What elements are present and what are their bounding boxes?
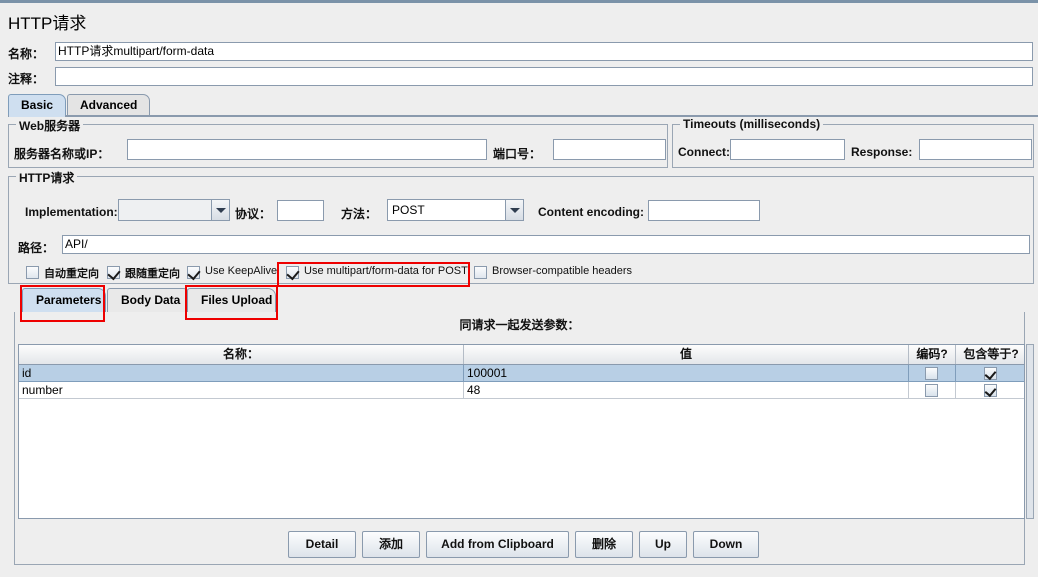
table-header-row: 名称： 值 编码? 包含等于? (19, 345, 1024, 365)
cell-name[interactable]: id (19, 365, 464, 382)
send-parameters-label: 同请求一起发送参数： (459, 318, 580, 332)
path-label: 路径： (18, 241, 55, 255)
column-header-encode[interactable]: 编码? (909, 345, 956, 364)
http-request-editor: HTTP请求 名称： HTTP请求multipart/form-data 注释：… (0, 0, 1038, 577)
tab-files-upload[interactable]: Files Upload (187, 288, 276, 312)
page-title: HTTP请求 (8, 14, 87, 33)
checkbox-box-icon[interactable] (474, 266, 487, 279)
checkbox-box-icon[interactable] (925, 384, 938, 397)
cell-include-equals[interactable] (956, 382, 1024, 399)
connect-timeout-input[interactable] (730, 139, 845, 160)
comment-label: 注释： (8, 72, 45, 86)
implementation-label: Implementation: (25, 205, 118, 219)
up-button[interactable]: Up (639, 531, 687, 558)
checkbox-label: Use KeepAlive (205, 265, 278, 277)
implementation-combo[interactable] (118, 199, 230, 221)
name-label: 名称： (8, 47, 45, 61)
path-input[interactable]: API/ (62, 235, 1030, 254)
window-top-border (0, 0, 1038, 3)
checkbox-box-icon[interactable] (107, 266, 120, 279)
cell-name[interactable]: number (19, 382, 464, 399)
cell-include-equals[interactable] (956, 365, 1024, 382)
table-row[interactable]: id 100001 (19, 365, 1024, 382)
checkbox-label: Browser-compatible headers (492, 265, 633, 277)
http-request-group-title: HTTP请求 (16, 169, 78, 186)
checkbox-box-icon[interactable] (984, 367, 997, 380)
checkbox-label: 自动重定向 (44, 268, 99, 280)
method-value: POST (392, 203, 425, 217)
column-header-value[interactable]: 值 (464, 345, 909, 364)
delete-button[interactable]: 删除 (575, 531, 633, 558)
tab-basic[interactable]: Basic (8, 94, 66, 115)
table-row[interactable]: number 48 (19, 382, 1024, 399)
cell-encode[interactable] (909, 365, 956, 382)
add-from-clipboard-button[interactable]: Add from Clipboard (426, 531, 569, 558)
checkbox-box-icon[interactable] (984, 384, 997, 397)
column-header-name[interactable]: 名称： (19, 345, 464, 364)
port-input[interactable] (553, 139, 666, 160)
method-combo[interactable]: POST (387, 199, 524, 221)
checkbox-box-icon[interactable] (286, 266, 299, 279)
content-encoding-input[interactable] (648, 200, 760, 221)
connect-timeout-label: Connect: (678, 145, 730, 159)
comment-input[interactable] (55, 67, 1033, 86)
response-timeout-input[interactable] (919, 139, 1032, 160)
down-button[interactable]: Down (693, 531, 759, 558)
name-input[interactable]: HTTP请求multipart/form-data (55, 42, 1033, 61)
server-name-input[interactable] (127, 139, 487, 160)
cell-encode[interactable] (909, 382, 956, 399)
tab-advanced[interactable]: Advanced (67, 94, 150, 115)
cell-value[interactable]: 100001 (464, 365, 909, 382)
timeouts-group-title: Timeouts (milliseconds) (680, 117, 824, 131)
checkbox-label: Use multipart/form-data for POST (304, 265, 468, 277)
chevron-down-icon[interactable] (505, 200, 523, 220)
add-button[interactable]: 添加 (362, 531, 420, 558)
tab-parameters[interactable]: Parameters (22, 288, 106, 312)
web-server-group-title: Web服务器 (16, 117, 84, 134)
port-label: 端口号： (493, 147, 542, 161)
vertical-scrollbar[interactable] (1026, 344, 1034, 519)
tab-body-data[interactable]: Body Data (107, 288, 191, 312)
protocol-label: 协议： (235, 207, 272, 221)
response-timeout-label: Response: (851, 145, 913, 159)
checkbox-box-icon[interactable] (187, 266, 200, 279)
server-name-label: 服务器名称或IP： (14, 147, 110, 161)
column-header-include-equals[interactable]: 包含等于? (956, 345, 1024, 364)
detail-button[interactable]: Detail (288, 531, 356, 558)
cell-value[interactable]: 48 (464, 382, 909, 399)
chevron-down-icon[interactable] (211, 200, 229, 220)
checkbox-label: 跟随重定向 (125, 268, 180, 280)
protocol-input[interactable] (277, 200, 324, 221)
method-label: 方法： (341, 207, 378, 221)
tab-underline (8, 115, 1038, 117)
checkbox-box-icon[interactable] (925, 367, 938, 380)
main-tab-strip: Basic Advanced (8, 94, 1038, 116)
parameters-table: 名称： 值 编码? 包含等于? id 100001 number 48 (18, 344, 1025, 519)
content-encoding-label: Content encoding: (538, 205, 644, 219)
checkbox-box-icon[interactable] (26, 266, 39, 279)
